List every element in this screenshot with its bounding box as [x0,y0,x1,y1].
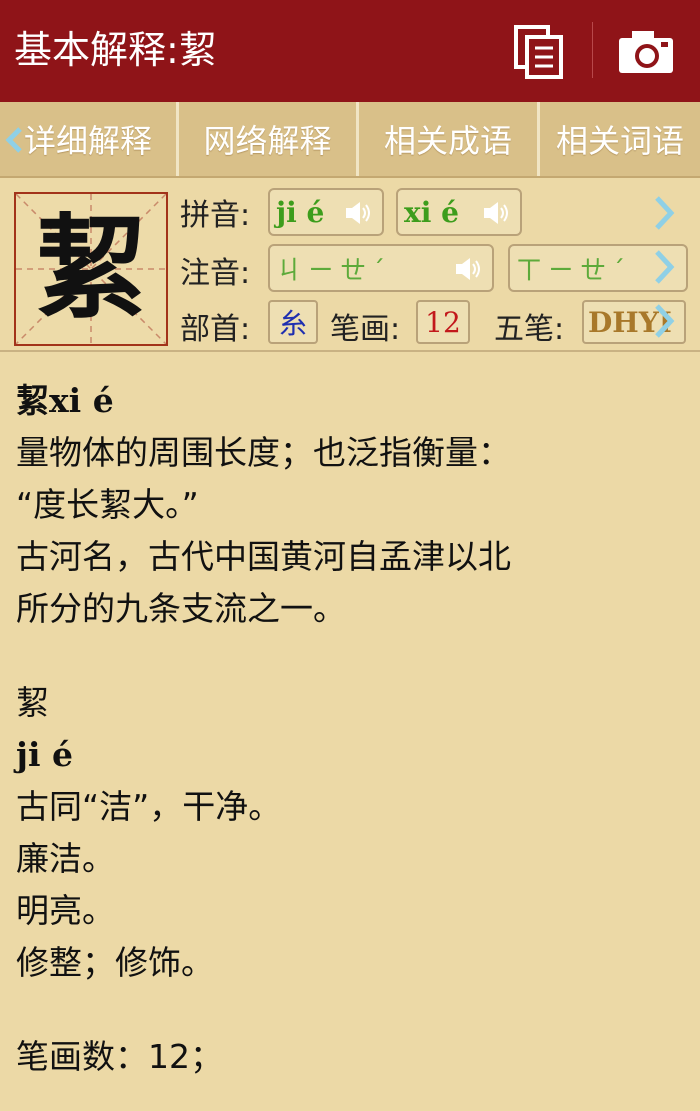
tab-web-explanation[interactable]: 网络解释 [179,102,359,176]
definition-body: 絜xi é 量物体的周围长度；也泛指衡量： “度长絜大。” 古河名，古代中国黄河… [16,375,686,1083]
radical-value[interactable]: 糸 [268,300,318,344]
zhuyin-reading: ㄒㄧㄝˊ [516,255,632,286]
tab-scroll-left-icon[interactable] [4,126,26,154]
definition-line: 絜 [16,683,49,722]
page-title: 基本解释:絜 [14,28,217,72]
panel-divider [0,350,700,352]
definition-line: 古同“洁”，干净。 [16,787,282,826]
app-header: 基本解释:絜 [0,0,700,102]
tab-label: 网络解释 [203,122,332,160]
strokes-value: 12 [416,300,470,344]
zhuyin-reading-chip[interactable]: ㄐㄧㄝˊ [268,244,494,292]
tab-related-words[interactable]: 相关词语 [540,102,700,176]
tab-label: 相关成语 [383,122,512,160]
definition-line: 所分的九条支流之一。 [16,589,346,628]
header-divider [592,22,593,78]
definition-line: ji é [16,735,73,774]
copy-icon [514,25,563,79]
pinyin-label: 拼音: [180,198,251,233]
definition-line: “度长絜大。” [16,485,199,524]
tab-related-idioms[interactable]: 相关成语 [359,102,540,176]
definition-line [16,635,686,677]
definition-line: 古河名，古代中国黄河自孟津以北 [16,537,511,576]
pinyin-reading: ji é [276,195,325,229]
speaker-icon[interactable] [454,256,484,282]
zhuyin-reading: ㄐㄧㄝˊ [276,255,392,286]
tab-detailed-explanation[interactable]: 详细解释 [0,102,179,176]
tab-label: 详细解释 [23,122,152,160]
chevron-right-icon[interactable] [652,302,676,340]
main-character: 絜 [35,203,147,334]
tab-bar: 详细解释 网络解释 相关成语 相关词语 [0,102,700,178]
camera-button[interactable] [616,28,676,76]
wubi-label: 五笔: [494,312,565,347]
chevron-right-icon[interactable] [652,248,676,286]
tab-label: 相关词语 [556,122,685,160]
zhuyin-label: 注音: [180,256,251,291]
pinyin-reading-chip[interactable]: ji é [268,188,384,236]
speaker-icon[interactable] [482,200,512,226]
definition-line: 絜xi é [16,381,114,420]
pinyin-reading: xi é [404,195,459,229]
radical-label: 部首: [180,312,251,347]
speaker-icon[interactable] [344,200,374,226]
definition-line: 廉洁。 [16,839,115,878]
definition-line: 量物体的周围长度；也泛指衡量： [16,433,511,472]
pinyin-reading-chip[interactable]: xi é [396,188,522,236]
copy-button[interactable] [512,24,566,80]
chevron-right-icon[interactable] [652,194,676,232]
character-box: 絜 [14,192,168,346]
definition-line: 修整；修饰。 [16,943,214,982]
strokes-label: 笔画: [330,312,401,347]
definition-line: 笔画数：12； [16,1037,223,1076]
definition-line: 明亮。 [16,891,115,930]
camera-icon [619,31,673,73]
definition-line [16,989,686,1031]
